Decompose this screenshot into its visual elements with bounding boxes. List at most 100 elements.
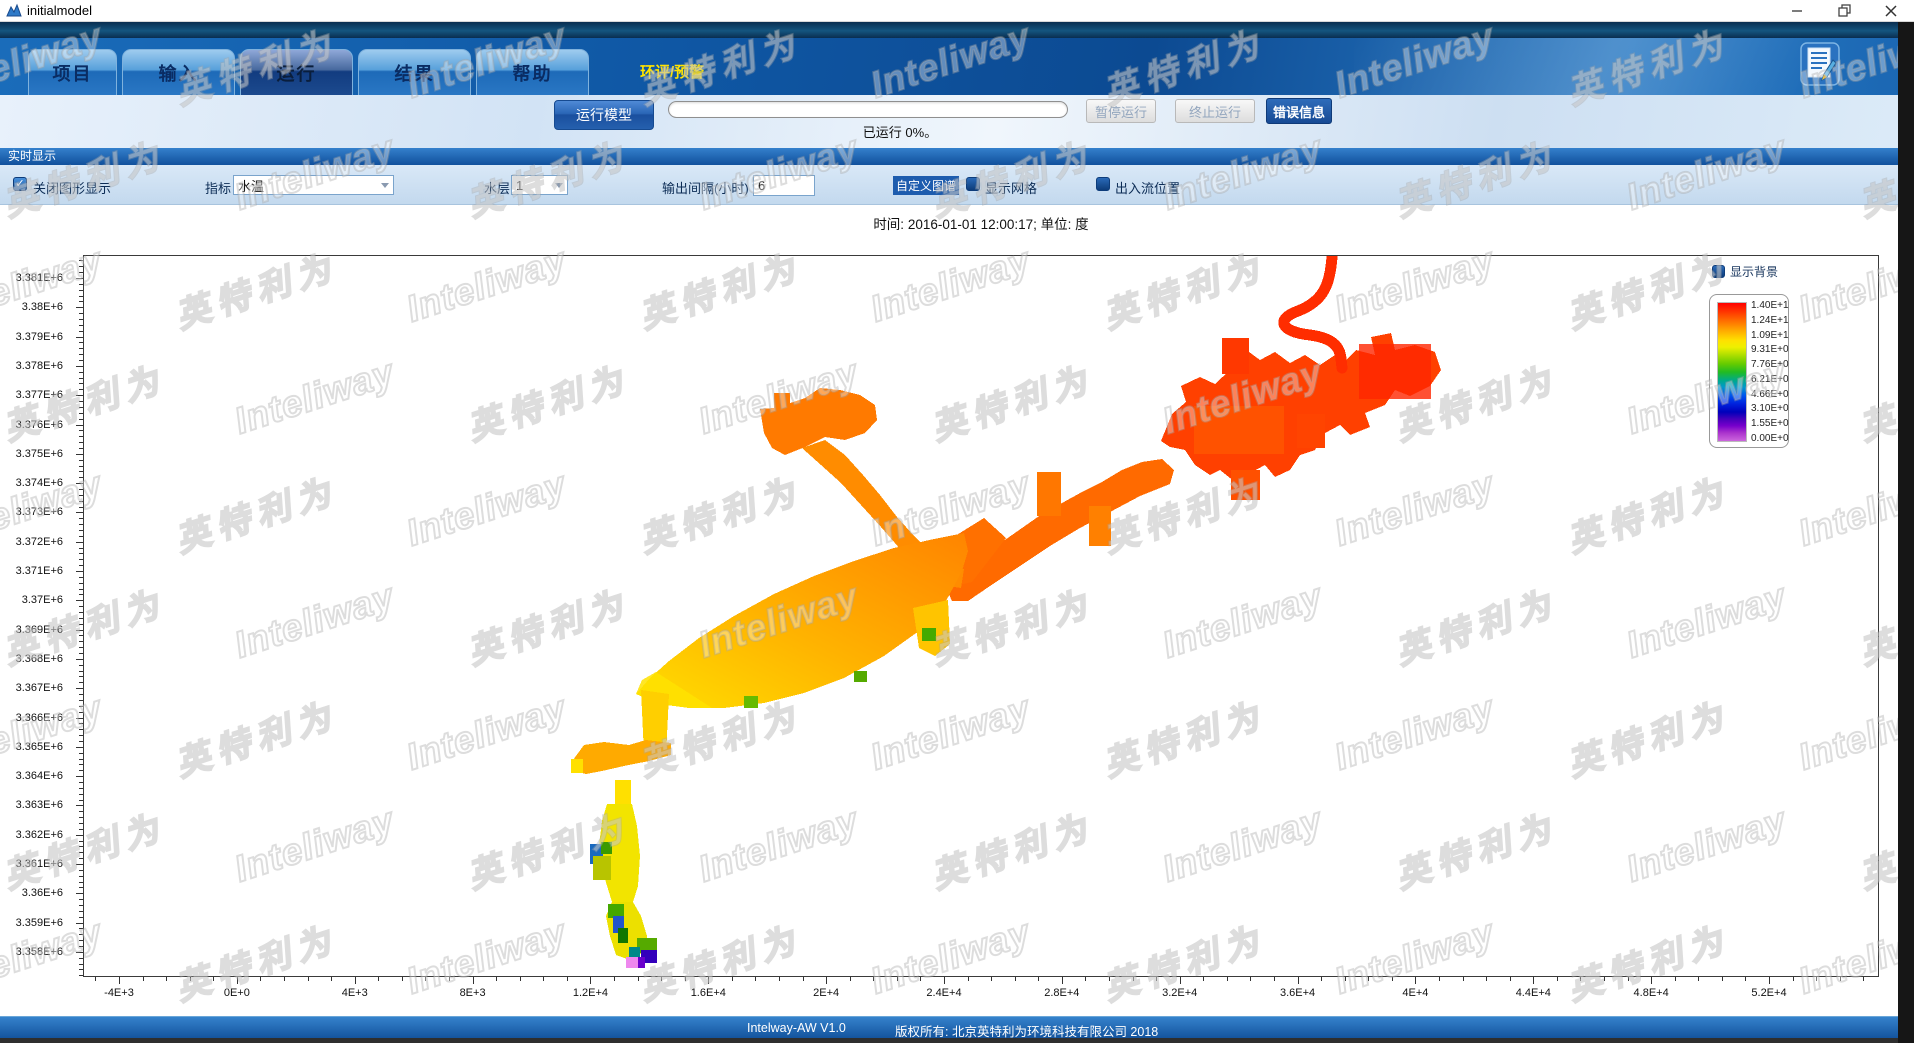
y-major-tick — [76, 952, 83, 953]
y-minor-tick — [79, 647, 83, 648]
show-background-checkbox[interactable] — [1712, 265, 1725, 278]
indicator-select[interactable]: 水温 — [233, 175, 394, 195]
y-major-tick — [76, 395, 83, 396]
y-minor-tick — [79, 788, 83, 789]
map-shape-elbow — [573, 740, 671, 774]
custom-colormap-button[interactable]: 自定义图谱 — [893, 176, 959, 195]
y-minor-tick — [79, 723, 83, 724]
tab-results[interactable]: 结果 — [358, 49, 471, 95]
y-minor-tick — [79, 946, 83, 947]
flow-position-label: 出入流位置 — [1115, 178, 1180, 197]
x-major-tick — [708, 977, 709, 984]
tab-input[interactable]: 输入 — [122, 49, 235, 95]
y-minor-tick — [79, 290, 83, 291]
x-minor-tick — [850, 977, 851, 981]
x-minor-tick — [1368, 977, 1369, 981]
x-minor-tick — [873, 977, 874, 981]
y-minor-tick — [79, 260, 83, 261]
y-minor-tick — [79, 887, 83, 888]
layer-select[interactable]: 1 — [511, 175, 568, 195]
error-info-button[interactable]: 错误信息 — [1266, 98, 1332, 124]
y-major-tick — [76, 278, 83, 279]
x-minor-tick — [402, 977, 403, 981]
tab-run[interactable]: 运行 — [240, 49, 353, 95]
window-title: initialmodel — [27, 3, 92, 18]
y-minor-tick — [79, 852, 83, 853]
x-minor-tick — [1439, 977, 1440, 981]
y-minor-tick — [79, 501, 83, 502]
y-tick-label: 3.373E+6 — [0, 506, 63, 518]
y-minor-tick — [79, 594, 83, 595]
close-button[interactable] — [1876, 0, 1906, 22]
y-minor-tick — [79, 448, 83, 449]
x-minor-tick — [1604, 977, 1605, 981]
x-minor-tick — [897, 977, 898, 981]
y-tick-label: 3.374E+6 — [0, 477, 63, 489]
y-minor-tick — [79, 905, 83, 906]
x-minor-tick — [1486, 977, 1487, 981]
y-major-tick — [76, 425, 83, 426]
y-minor-tick — [79, 354, 83, 355]
x-major-tick — [1769, 977, 1770, 984]
bottom-edge-strip — [0, 1038, 1914, 1043]
y-minor-tick — [79, 536, 83, 537]
close-graph-checkbox[interactable]: ✓ — [13, 177, 27, 191]
stop-run-button[interactable]: 终止运行 — [1175, 99, 1255, 123]
y-minor-tick — [79, 524, 83, 525]
flow-position-checkbox[interactable] — [1096, 177, 1110, 191]
indicator-label: 指标 — [205, 178, 231, 197]
y-minor-tick — [79, 911, 83, 912]
y-major-tick — [76, 483, 83, 484]
y-major-tick — [76, 835, 83, 836]
tab-project[interactable]: 项目 — [28, 49, 117, 95]
y-minor-tick — [79, 284, 83, 285]
run-model-button[interactable]: 运行模型 — [554, 100, 654, 130]
x-tick-label: 1.2E+4 — [550, 987, 630, 999]
x-minor-tick — [1840, 977, 1841, 981]
y-major-tick — [76, 454, 83, 455]
y-minor-tick — [79, 958, 83, 959]
y-minor-tick — [79, 635, 83, 636]
legend-toggle-row: 显示背景 — [1712, 263, 1778, 280]
y-tick-label: 3.369E+6 — [0, 624, 63, 636]
y-minor-tick — [79, 489, 83, 490]
map-shape-lake-cell-green1 — [744, 696, 758, 708]
x-tick-label: 5.2E+4 — [1729, 987, 1809, 999]
minimize-button[interactable] — [1782, 0, 1812, 22]
map-shape-mass-shade-bright — [1359, 344, 1431, 399]
y-minor-tick — [79, 741, 83, 742]
x-minor-tick — [260, 977, 261, 981]
temperature-map — [84, 256, 1880, 978]
x-major-tick — [1651, 977, 1652, 984]
document-edit-icon[interactable] — [1800, 42, 1840, 86]
x-minor-tick — [1745, 977, 1746, 981]
interval-input[interactable] — [753, 175, 815, 196]
restore-button[interactable] — [1830, 0, 1860, 22]
show-grid-checkbox[interactable] — [966, 177, 980, 191]
map-shape-river-squiggle — [1284, 257, 1342, 368]
y-tick-label: 3.365E+6 — [0, 741, 63, 753]
y-minor-tick — [79, 676, 83, 677]
x-tick-label: -4E+3 — [79, 987, 159, 999]
y-minor-tick — [79, 940, 83, 941]
top-dark-strip — [0, 22, 1914, 38]
pause-run-button[interactable]: 暂停运行 — [1086, 99, 1156, 123]
x-tick-label: 2.4E+4 — [904, 987, 984, 999]
y-minor-tick — [79, 712, 83, 713]
y-minor-tick — [79, 706, 83, 707]
x-major-tick — [1062, 977, 1063, 984]
legend-value: 7.76E+0 — [1751, 359, 1789, 370]
map-canvas[interactable] — [83, 255, 1879, 977]
x-major-tick — [473, 977, 474, 984]
y-minor-tick — [79, 782, 83, 783]
y-minor-tick — [79, 811, 83, 812]
map-shape-mass-shade-light — [1194, 406, 1284, 454]
y-tick-label: 3.363E+6 — [0, 799, 63, 811]
y-tick-label: 3.372E+6 — [0, 536, 63, 548]
run-toolbar: 运行模型 已运行 0%。 暂停运行 终止运行 错误信息 — [0, 95, 1914, 148]
y-minor-tick — [79, 606, 83, 607]
tab-help[interactable]: 帮助 — [476, 49, 589, 95]
y-major-tick — [76, 688, 83, 689]
legend-value: 1.40E+1 — [1751, 300, 1789, 311]
x-minor-tick — [991, 977, 992, 981]
